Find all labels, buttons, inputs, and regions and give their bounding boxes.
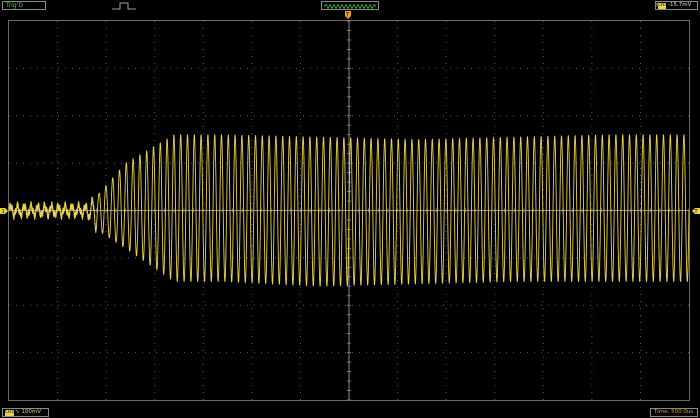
timebase-box[interactable]: Time: 500.0us (650, 408, 698, 417)
volts-per-div-value: 100mV (21, 409, 41, 415)
timebase-value: 500.0us (671, 409, 694, 415)
scope-background (0, 11, 700, 406)
oscilloscope-display[interactable]: 1 T T (0, 11, 700, 406)
trigger-status-box[interactable]: Trig'D (2, 1, 46, 10)
trigger-status-text: Trig'D (6, 2, 23, 9)
volts-channel-tag: CH1 (5, 410, 15, 416)
trigger-level-box[interactable]: ⚡ CH1 -15.7mV (655, 1, 698, 10)
channel1-marker-label: 1 (2, 209, 5, 215)
timebase-text: Time: 500.0us (654, 409, 694, 415)
timebase-label: Time (654, 409, 668, 415)
volts-per-div-box[interactable]: CH1 ∿ 100mV (2, 408, 49, 417)
bottom-status-bar (0, 406, 700, 418)
trigger-channel-tag: CH1 (658, 3, 668, 9)
top-status-bar: Trig'D ⚡ CH1 -15.7mV (0, 0, 700, 11)
volts-per-div-text: ∿ 100mV (15, 408, 41, 417)
waveform-overview-icon (323, 3, 377, 9)
trigger-level-text: -15.7mV (668, 2, 692, 8)
waveform-overview-box[interactable] (321, 1, 379, 10)
trigger-pulse-icon (112, 2, 136, 10)
